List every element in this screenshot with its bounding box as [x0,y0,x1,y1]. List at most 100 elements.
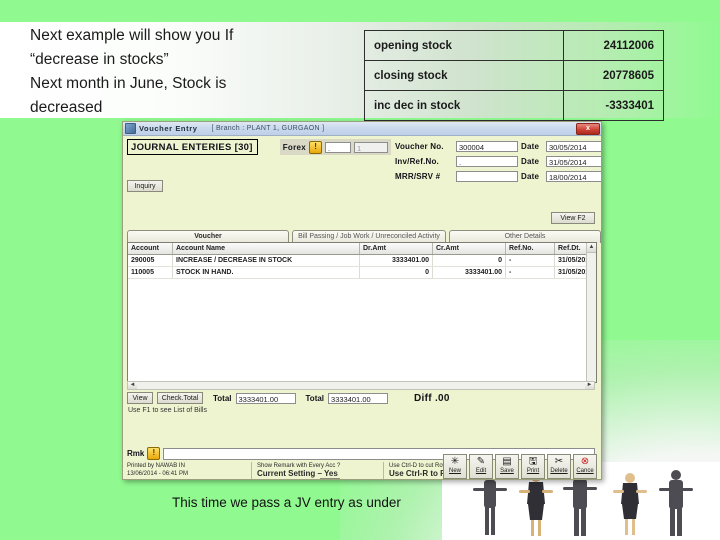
forex-amount-input[interactable]: 1 [354,141,389,153]
bills-hint-text: Use F1 to see List of Bills [128,407,207,414]
journal-entries-title: JOURNAL ENTERIES [30] [127,139,258,155]
inquiry-button[interactable]: Inquiry [127,180,163,192]
remark-label: Rmk [127,449,145,458]
print-button-label: Print [526,468,540,474]
cell-account-name: STOCK IN HAND. [172,266,360,279]
change-setting-button[interactable]: %0 [320,478,341,479]
print-icon: 🖫 [528,456,538,467]
inv-ref-date-input[interactable]: 31/05/2014 [546,155,601,167]
view-button[interactable]: View [127,392,153,404]
new-button[interactable]: ✳ New [443,454,467,479]
difference-label: Diff .00 [414,392,450,404]
stock-summary-body: opening stock 24112006 closing stock 207… [363,30,664,121]
stock-row-label: opening stock [363,30,565,61]
voucher-no-label: Voucher No. [395,141,444,151]
window-title: Voucher Entry [139,124,198,133]
edit-button[interactable]: ✎ Edit [469,454,493,479]
delete-button[interactable]: ✂ Delete [547,454,571,479]
slide-canvas: Next example will show you If “decrease … [0,0,720,540]
delete-icon: ✂ [554,456,564,467]
cell-account-name: INCREASE / DECREASE IN STOCK [172,254,360,267]
new-icon: ✳ [450,456,460,467]
save-icon: ▤ [502,456,512,467]
window-icon [125,123,136,134]
mrr-srv-input[interactable] [456,170,518,182]
warning-icon[interactable]: ! [147,447,161,460]
printed-on-text: 13/06/2014 - 06:41 PM [127,471,189,477]
forex-rate-input[interactable]: . [325,141,352,153]
table-row: inc dec in stock -3333401 [363,90,664,121]
slide-caption: This time we pass a JV entry as under [172,495,401,510]
cancel-button[interactable]: ⊗ Cance [573,454,597,479]
cancel-button-label: Cance [576,468,594,474]
save-button[interactable]: ▤ Save [495,454,519,479]
voucher-grid-head: Account Account Name Dr.Amt Cr.Amt Ref.N… [128,243,596,255]
voucher-date-label: Date [521,141,540,151]
grid-horizontal-scrollbar[interactable]: ◄ ► [127,381,595,390]
table-row[interactable]: 290005 INCREASE / DECREASE IN STOCK 3333… [128,254,596,267]
stock-row-label: inc dec in stock [363,90,565,121]
cell-dr-amt: 0 [359,266,433,279]
cell-ref-no: - [505,254,555,267]
new-button-label: New [448,468,461,474]
save-button-label: Save [500,468,514,474]
column-header-account-name[interactable]: Account Name [172,243,360,255]
edit-button-label: Edit [475,468,487,474]
voucher-fields-block: Voucher No. 300004 Date 30/05/2014 Inv/R… [395,139,601,183]
stock-row-value: 20778605 [563,60,664,91]
inv-ref-date-label: Date [521,156,540,166]
close-icon[interactable]: x [576,123,600,135]
table-row: closing stock 20778605 [363,60,664,91]
view-f2-button[interactable]: View F2 [551,212,595,224]
mrr-srv-label: MRR/SRV # [395,171,441,181]
inv-ref-no-input[interactable]: . [456,155,518,167]
cr-total-label: Total [305,393,325,403]
voucher-grid-table: Account Account Name Dr.Amt Cr.Amt Ref.N… [128,243,596,279]
column-header-ref-no[interactable]: Ref.No. [505,243,555,255]
table-row: opening stock 24112006 [363,30,664,61]
column-header-dr-amt[interactable]: Dr.Amt [359,243,433,255]
voucher-grid-body: 290005 INCREASE / DECREASE IN STOCK 3333… [128,254,596,279]
chevron-right-icon[interactable]: ► [585,382,594,389]
cell-cr-amt: 3333401.00 [432,266,506,279]
print-button[interactable]: 🖫 Print [521,454,545,479]
table-header-row: Account Account Name Dr.Amt Cr.Amt Ref.N… [128,243,596,255]
window-titlebar[interactable]: Voucher Entry [ Branch : PLANT 1, GURGAO… [123,122,601,136]
warning-icon[interactable]: ! [309,140,323,154]
remark-setting-info: Show Remark with Every Acc ? Current Set… [251,462,383,479]
printed-info: Printed by NAWAB IN 13/06/2014 - 06:41 P… [127,462,251,479]
cell-account: 110005 [128,266,173,279]
action-button-bar: ✳ New ✎ Edit ▤ Save 🖫 Print ✂ Delete ⊗ C… [443,454,597,479]
chevron-left-icon[interactable]: ◄ [128,382,137,389]
stock-summary-table: opening stock 24112006 closing stock 207… [363,30,664,121]
current-setting-text: Current Setting – Yes [257,469,338,478]
dr-total-value: 3333401.00 [235,392,296,404]
cell-cr-amt: 0 [432,254,506,267]
cell-account: 290005 [128,254,173,267]
voucher-no-input[interactable]: 300004 [456,140,518,152]
column-header-cr-amt[interactable]: Cr.Amt [432,243,506,255]
delete-button-label: Delete [550,468,568,474]
cell-ref-no: - [505,266,555,279]
grid-vertical-scrollbar[interactable]: ▲ [586,243,596,382]
chevron-up-icon[interactable]: ▲ [587,243,596,253]
cancel-icon: ⊗ [580,456,590,467]
edit-icon: ✎ [476,456,486,467]
voucher-grid[interactable]: Account Account Name Dr.Amt Cr.Amt Ref.N… [127,242,597,383]
voucher-date-input[interactable]: 30/05/2014 [546,140,601,152]
change-setting-row: To change, press ===> %0 [257,478,377,479]
cr-total-value: 3333401.00 [328,392,389,404]
inv-ref-no-label: Inv/Ref.No. [395,156,439,166]
mrr-srv-date-label: Date [521,171,540,181]
form-header-row: JOURNAL ENTERIES [30] Forex ! . 1 Vouche… [127,139,601,182]
printed-by-text: Printed by NAWAB IN [127,463,185,469]
mrr-srv-date-input[interactable]: 18/00/2014 [546,170,601,182]
forex-group: Forex ! . 1 [279,139,392,155]
check-total-button[interactable]: Check.Total [157,392,203,404]
cell-dr-amt: 3333401.00 [359,254,433,267]
window-body: JOURNAL ENTERIES [30] Forex ! . 1 Vouche… [123,136,601,479]
slide-heading: Next example will show you If “decrease … [30,27,234,116]
table-row[interactable]: 110005 STOCK IN HAND. 0 3333401.00 - 31/… [128,266,596,279]
window-branch-label: [ Branch : PLANT 1, GURGAON ] [211,125,325,132]
column-header-account[interactable]: Account [128,243,173,255]
